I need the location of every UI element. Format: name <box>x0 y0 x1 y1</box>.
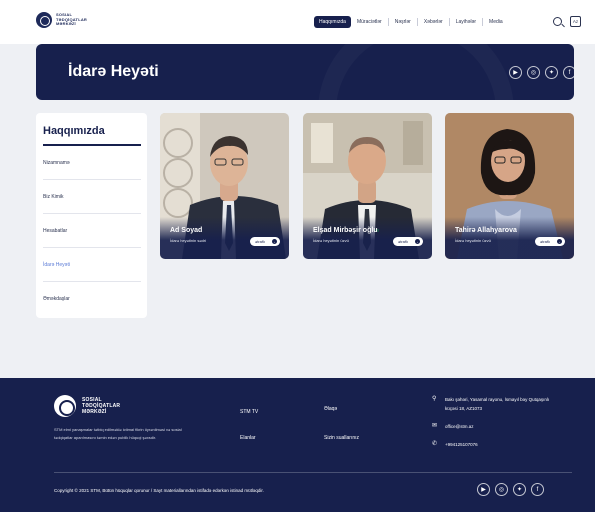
banner-social-links: ▶ ◎ ✦ f <box>509 66 574 79</box>
nav-muracietler[interactable]: Müraciətlər <box>354 16 385 28</box>
copyright-text: Copyright © 2021 STM, Bütün hüquqlar qor… <box>54 488 264 493</box>
nav-xeberler[interactable]: Xəbərlər <box>421 16 446 28</box>
footer-social-links: ▶ ◎ ✦ f <box>477 483 544 496</box>
youtube-icon[interactable]: ▶ <box>477 483 490 496</box>
arrow-right-icon: › <box>272 239 277 244</box>
site-logo[interactable]: SOSIAL TƏDQİQATLAR MƏRKƏZİ <box>36 12 87 28</box>
facebook-icon[interactable]: f <box>531 483 544 496</box>
more-button-label: ətraflı <box>540 239 551 244</box>
sidebar-item-nizamname[interactable]: Nizamnamə <box>43 146 141 180</box>
sidebar-title: Haqqımızda <box>43 125 105 137</box>
footer-link-elaqe[interactable]: Əlaqə <box>324 406 337 412</box>
nav-haqqimizda[interactable]: Haqqımızda <box>314 16 351 28</box>
nav-divider <box>482 18 484 26</box>
footer-link-stm-tv[interactable]: STM TV <box>240 409 258 415</box>
member-name: Tahirə Allahyarova <box>455 227 517 234</box>
location-pin-icon: ⚲ <box>432 396 437 402</box>
nav-divider <box>416 18 418 26</box>
footer-divider <box>54 472 572 473</box>
member-card[interactable]: Tahirə Allahyarova İdarə heyətinin üzvü … <box>445 113 574 259</box>
nav-nesrler[interactable]: Nəşrlər <box>392 16 414 28</box>
twitter-icon[interactable]: ✦ <box>545 66 558 79</box>
logo-line-3: MƏRKƏZİ <box>82 409 107 415</box>
phone-icon: ✆ <box>432 441 438 447</box>
logo-text: SOSIAL TƏDQİQATLAR MƏRKƏZİ <box>56 12 87 27</box>
youtube-icon[interactable]: ▶ <box>509 66 522 79</box>
arrow-right-icon: › <box>415 239 420 244</box>
arrow-right-icon: › <box>557 239 562 244</box>
more-button[interactable]: ətraflı › <box>393 237 423 246</box>
language-switcher[interactable]: Az <box>570 16 581 27</box>
footer-link-elanlar[interactable]: Elanlar <box>240 435 256 441</box>
page-title: İdarə Heyəti <box>68 63 159 80</box>
instagram-icon[interactable]: ◎ <box>527 66 540 79</box>
facebook-icon[interactable]: f <box>563 66 574 79</box>
member-name: Ad Soyad <box>170 227 203 234</box>
site-header: SOSIAL TƏDQİQATLAR MƏRKƏZİ Haqqımızda Mü… <box>0 0 595 44</box>
sidebar-item-biz-kimik[interactable]: Biz Kimik <box>43 180 141 214</box>
member-role: İdarə heyətinin üzvü <box>313 238 349 243</box>
search-icon[interactable] <box>553 17 562 26</box>
more-button[interactable]: ətraflı › <box>535 237 565 246</box>
site-footer: SOSIAL TƏDQİQATLAR MƏRKƏZİ STM elmi yana… <box>0 378 595 512</box>
member-card[interactable]: Elşad Mirbəşir oğlu İdarə heyətinin üzvü… <box>303 113 432 259</box>
logo-emblem-icon <box>54 395 76 417</box>
more-button-label: ətraflı <box>255 239 266 244</box>
more-button[interactable]: ətraflı › <box>250 237 280 246</box>
logo-emblem-icon <box>36 12 52 28</box>
footer-logo[interactable]: SOSIAL TƏDQİQATLAR MƏRKƏZİ <box>54 395 120 417</box>
contact-address: ⚲ Bakı şəhəri, Yasamal rayonu, İsmayıl b… <box>432 395 562 413</box>
contact-email[interactable]: ✉ office@stm.az <box>432 422 474 431</box>
nav-divider <box>387 18 389 26</box>
member-role: İdarə heyətinin sədri <box>170 238 207 243</box>
main-nav: Haqqımızda Müraciətlər Nəşrlər Xəbərlər … <box>314 16 506 28</box>
email-text: office@stm.az <box>445 424 474 429</box>
sidebar-item-idare-heyeti[interactable]: İdarə Heyəti <box>43 248 141 282</box>
footer-logo-text: SOSIAL TƏDQİQATLAR MƏRKƏZİ <box>82 397 120 415</box>
phone-text: +994125107076 <box>445 442 478 447</box>
mail-icon: ✉ <box>432 423 438 429</box>
logo-line-3: MƏRKƏZİ <box>56 21 76 27</box>
footer-link-sizin-suallariniz[interactable]: Sizin suallarınız <box>324 435 359 441</box>
sidebar: Haqqımızda Nizamnamə Biz Kimik Hesabatla… <box>36 113 147 318</box>
member-card[interactable]: Ad Soyad İdarə heyətinin sədri ətraflı › <box>160 113 289 259</box>
nav-layiheler[interactable]: Layihələr <box>453 16 479 28</box>
more-button-label: ətraflı <box>398 239 409 244</box>
footer-description: STM elmi yanaşmalar tətbiq edilməklə ict… <box>54 427 182 440</box>
address-text: Bakı şəhəri, Yasamal rayonu, İsmayıl bəy… <box>445 397 550 411</box>
member-role: İdarə heyətinin üzvü <box>455 238 491 243</box>
instagram-icon[interactable]: ◎ <box>495 483 508 496</box>
page-banner: İdarə Heyəti ▶ ◎ ✦ f <box>36 44 574 100</box>
sidebar-item-emekdaslar[interactable]: Əməkdaşlar <box>43 282 141 316</box>
contact-phone[interactable]: ✆ +994125107076 <box>432 440 478 449</box>
member-name: Elşad Mirbəşir oğlu <box>313 227 378 234</box>
nav-media[interactable]: Media <box>486 16 506 28</box>
nav-divider <box>448 18 450 26</box>
sidebar-item-hesabatlar[interactable]: Hesabatlar <box>43 214 141 248</box>
twitter-icon[interactable]: ✦ <box>513 483 526 496</box>
